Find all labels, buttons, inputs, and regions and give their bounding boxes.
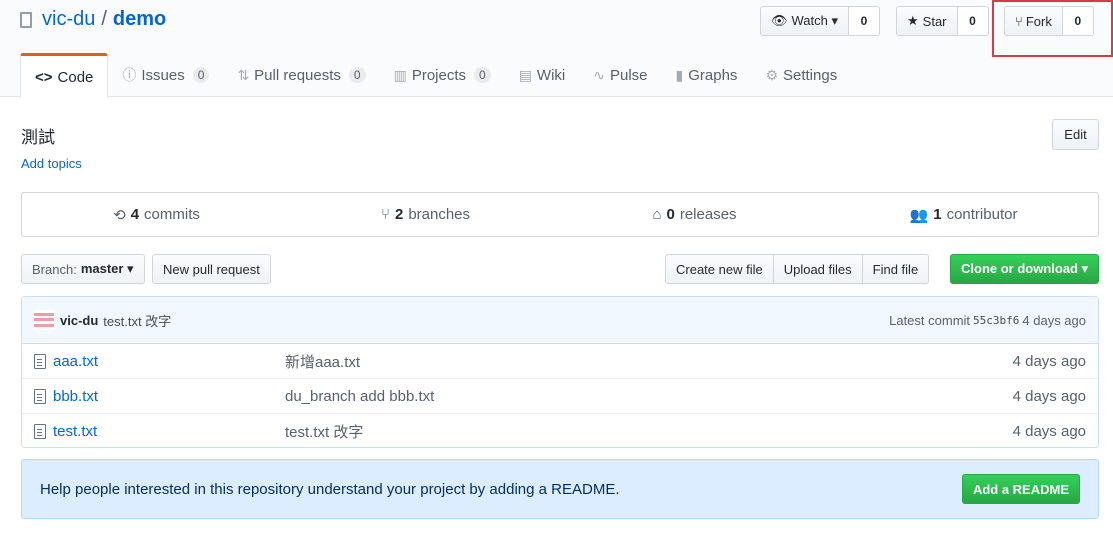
find-file-button[interactable]: Find file [862, 254, 930, 284]
commits-summary[interactable]: ⟲ 4 commits [22, 193, 291, 236]
tab-issues[interactable]: ⓘ Issues 0 [108, 53, 223, 97]
tab-label: Graphs [688, 66, 738, 84]
tab-label: Issues [141, 66, 185, 84]
watch-button[interactable]: 👁 Watch ▾ [760, 6, 850, 36]
file-name-link[interactable]: aaa.txt [53, 353, 285, 370]
add-readme-button[interactable]: Add a README [961, 474, 1080, 504]
star-icon: ★ [907, 13, 919, 28]
commit-sha-link[interactable]: 55c3bf6 [973, 314, 1019, 327]
file-commit-message-link[interactable]: 新增aaa.txt [285, 351, 1013, 372]
star-group: ★ Star 0 [896, 6, 989, 36]
file-list-box: vic-du test.txt 改字 Latest commit 55c3bf6… [21, 296, 1099, 448]
tab-label: Wiki [536, 66, 566, 84]
file-name-link[interactable]: test.txt [53, 423, 285, 440]
star-button[interactable]: ★ Star [896, 6, 958, 36]
book-icon: ▤ [518, 66, 532, 83]
commit-message-link[interactable]: test.txt 改字 [103, 311, 171, 330]
project-icon: ▥ [393, 66, 407, 83]
edit-button[interactable]: Edit [1052, 119, 1099, 150]
table-row: aaa.txt 新增aaa.txt 4 days ago [22, 344, 1098, 379]
create-new-file-button[interactable]: Create new file [665, 254, 774, 284]
commits-label: commits [144, 206, 200, 223]
file-age: 4 days ago [1012, 352, 1086, 370]
star-label: Star [922, 13, 947, 29]
pulse-icon: ∿ [593, 66, 605, 83]
tab-badge: 0 [192, 67, 210, 83]
new-pull-request-button[interactable]: New pull request [152, 254, 271, 284]
eye-icon: 👁 [771, 13, 788, 28]
tab-badge: 0 [474, 67, 491, 83]
tab-pull-requests[interactable]: ⇅ Pull requests 0 [223, 53, 379, 97]
file-commit-message-link[interactable]: du_branch add bbb.txt [285, 388, 1013, 405]
repo-name-link[interactable]: demo [113, 8, 166, 31]
repo-description: 測試 [21, 128, 55, 147]
latest-commit-label: Latest commit [889, 312, 971, 328]
repo-owner-link[interactable]: vic-du [42, 8, 95, 31]
watch-count[interactable]: 0 [849, 6, 881, 36]
file-name-link[interactable]: bbb.txt [53, 388, 285, 405]
commit-age: 4 days ago [1022, 312, 1086, 328]
readme-prompt: Help people interested in this repositor… [21, 459, 1099, 519]
history-icon: ⟲ [113, 206, 126, 224]
file-commit-message-link[interactable]: test.txt 改字 [285, 421, 1013, 442]
branches-summary[interactable]: ⑂ 2 branches [291, 193, 560, 236]
commit-author-link[interactable]: vic-du [60, 313, 98, 328]
tab-label: Settings [783, 66, 838, 84]
contributors-summary[interactable]: 👥 1 contributor [829, 193, 1098, 236]
upload-files-button[interactable]: Upload files [773, 254, 863, 284]
contributors-label: contributor [946, 206, 1018, 223]
tab-graphs[interactable]: ▮ Graphs [662, 53, 752, 97]
clone-download-button[interactable]: Clone or download ▾ [950, 254, 1100, 284]
tab-projects[interactable]: ▥ Projects 0 [380, 53, 505, 97]
watch-group: 👁 Watch ▾ 0 [760, 6, 881, 36]
issue-icon: ⓘ [122, 67, 137, 83]
branch-value: master ▾ [80, 261, 134, 276]
file-icon [34, 424, 46, 439]
add-topics-link[interactable]: Add topics [21, 156, 82, 171]
file-icon [34, 388, 46, 404]
file-age: 4 days ago [1012, 387, 1086, 405]
table-row: bbb.txt du_branch add bbb.txt 4 days ago [22, 379, 1098, 414]
file-navigation: Create new file Upload files Find file [665, 254, 930, 284]
branches-count: 2 [394, 206, 404, 223]
repo-icon [20, 11, 32, 28]
people-icon: 👥 [909, 206, 929, 224]
commits-count: 4 [130, 206, 140, 223]
branch-select-button[interactable]: Branch: master ▾ [21, 254, 145, 284]
file-icon [34, 353, 46, 369]
watch-label: Watch ▾ [791, 13, 839, 28]
releases-summary[interactable]: ⌂ 0 releases [560, 193, 829, 236]
tab-settings[interactable]: ⚙ Settings [751, 53, 851, 97]
tab-label: Code [57, 68, 94, 86]
branches-label: branches [408, 206, 471, 223]
branch-prefix: Branch: [32, 261, 77, 277]
contributors-count: 1 [933, 206, 942, 223]
table-row: test.txt test.txt 改字 4 days ago [22, 414, 1098, 449]
avatar[interactable] [34, 310, 54, 330]
branch-icon: ⑂ [380, 206, 390, 223]
tag-icon: ⌂ [652, 206, 662, 223]
tab-label: Pull requests [254, 66, 341, 84]
code-icon: <> [35, 68, 53, 86]
latest-commit-bar: vic-du test.txt 改字 Latest commit 55c3bf6… [22, 297, 1098, 344]
repo-title: vic-du / demo [20, 8, 166, 31]
graph-icon: ▮ [675, 66, 684, 83]
tab-wiki[interactable]: ▤ Wiki [505, 53, 580, 97]
pull-request-icon: ⇅ [237, 66, 250, 83]
tab-code[interactable]: <> Code [20, 53, 109, 98]
readme-prompt-text: Help people interested in this repositor… [40, 480, 620, 498]
star-count[interactable]: 0 [957, 6, 989, 36]
tab-label: Projects [411, 66, 466, 84]
tab-badge: 0 [348, 67, 366, 83]
releases-label: releases [679, 206, 737, 223]
numbers-summary: ⟲ 4 commits ⑂ 2 branches ⌂ 0 releases 👥 1 contri… [21, 192, 1099, 237]
tab-label: Pulse [609, 66, 648, 84]
fork-highlight-box [992, 0, 1113, 57]
tab-pulse[interactable]: ∿ Pulse [579, 53, 661, 97]
releases-count: 0 [666, 206, 675, 223]
file-age: 4 days ago [1012, 423, 1086, 440]
repo-nav-tabs: <> Code ⓘ Issues 0 ⇅ Pull requests 0 ▥ Project… [20, 53, 851, 98]
repo-separator: / [101, 8, 107, 30]
gear-icon: ⚙ [765, 66, 778, 83]
